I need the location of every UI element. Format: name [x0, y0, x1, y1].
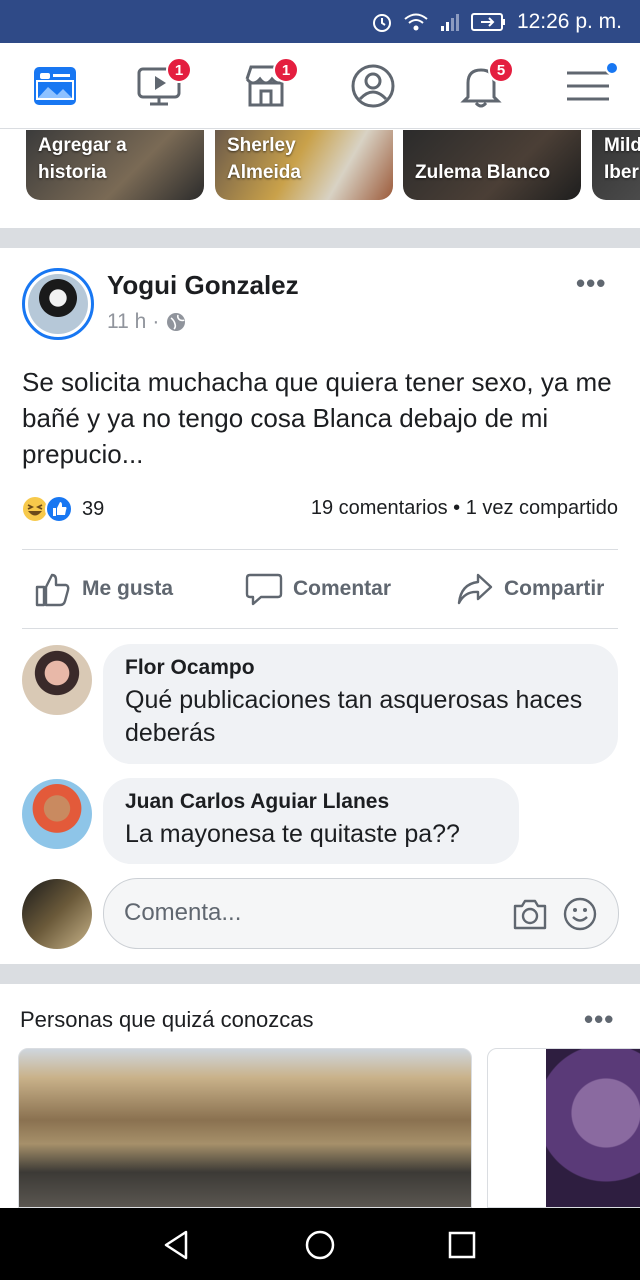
nav-news-feed[interactable]	[30, 61, 80, 111]
nav-profile[interactable]	[348, 61, 398, 111]
suggestion-card[interactable]	[487, 1048, 640, 1208]
share-label: Compartir	[504, 577, 605, 600]
post-time[interactable]: 11 h	[107, 310, 146, 334]
share-button[interactable]: Compartir	[456, 570, 604, 608]
section-divider	[0, 228, 640, 248]
battery-icon	[470, 12, 505, 31]
section-divider	[0, 964, 640, 984]
comment-author[interactable]: Flor Ocampo	[125, 656, 596, 680]
nav-notifications[interactable]: 5	[456, 57, 514, 111]
stories-strip: Agregar a historia Sherley Almeida Zulem…	[0, 130, 640, 228]
marketplace-badge: 1	[273, 57, 299, 83]
reactions-summary[interactable]: 39	[20, 494, 104, 524]
comment-bubble: Flor Ocampo Qué publicaciones tan asquer…	[103, 644, 618, 764]
comment-author[interactable]: Juan Carlos Aguiar Llanes	[125, 790, 497, 814]
story-label: Sherley Almeida	[227, 135, 301, 183]
comment-bubble: Juan Carlos Aguiar Llanes La mayonesa te…	[103, 778, 519, 864]
notifications-badge: 5	[488, 57, 514, 83]
current-user-avatar	[22, 879, 92, 949]
story-add[interactable]: Agregar a historia	[26, 130, 204, 200]
share-icon	[457, 573, 493, 605]
nav-marketplace[interactable]: 1	[241, 57, 299, 111]
status-bar: 12:26 p. m.	[0, 0, 640, 43]
like-button[interactable]: Me gusta	[34, 570, 173, 608]
back-icon[interactable]	[160, 1228, 194, 1262]
divider	[22, 628, 618, 629]
globe-icon	[167, 313, 186, 331]
news-feed-icon	[34, 67, 76, 105]
comment-input[interactable]: Comenta...	[103, 878, 619, 949]
nav-watch[interactable]: 1	[134, 57, 192, 111]
post-text: Se solicita muchacha que quiera tener se…	[22, 367, 612, 469]
like-reaction-icon	[45, 495, 73, 523]
post-meta: 11 h ·	[107, 310, 187, 334]
story-item[interactable]: Mild Iber	[592, 130, 640, 200]
comment-text: Qué publicaciones tan asquerosas haces d…	[125, 686, 583, 747]
post-stats[interactable]: 19 comentarios • 1 vez compartido	[311, 497, 618, 520]
watch-badge: 1	[166, 57, 192, 83]
post-options-button[interactable]: •••	[576, 268, 606, 299]
commenter-avatar[interactable]	[22, 645, 92, 715]
alarm-icon	[372, 13, 391, 32]
story-label: Agregar a historia	[38, 135, 127, 183]
top-nav: 1 1 5	[0, 43, 640, 129]
comment-placeholder: Comenta...	[124, 899, 242, 926]
post-author[interactable]: Yogui Gonzalez	[107, 270, 299, 301]
page: 12:26 p. m. 1 1 5 Agregar a historia She…	[0, 0, 640, 1280]
comment-text: La mayonesa te quitaste pa??	[125, 820, 460, 848]
wifi-icon	[404, 13, 428, 30]
comment-label: Comentar	[293, 577, 392, 600]
clock: 12:26 p. m.	[516, 9, 622, 33]
divider	[22, 549, 618, 550]
suggestion-card[interactable]	[18, 1048, 472, 1208]
menu-notification-dot	[605, 61, 619, 75]
story-label: Zulema Blanco	[415, 162, 551, 183]
thumbs-up-icon	[35, 573, 70, 607]
profile-icon	[351, 64, 395, 108]
suggestions-options-button[interactable]: •••	[584, 1004, 614, 1035]
emoji-icon[interactable]	[562, 896, 598, 932]
home-icon[interactable]	[303, 1228, 337, 1262]
camera-icon[interactable]	[512, 897, 548, 931]
story-item[interactable]: Sherley Almeida	[215, 130, 393, 200]
story-label: Mild Iber	[604, 135, 640, 183]
system-nav-bar	[0, 1208, 640, 1280]
story-item[interactable]: Zulema Blanco	[403, 130, 581, 200]
commenter-avatar[interactable]	[22, 779, 92, 849]
comment-button[interactable]: Comentar	[245, 570, 391, 608]
suggestions-title: Personas que quizá conozcas	[20, 1007, 314, 1032]
like-label: Me gusta	[82, 577, 174, 600]
reaction-count: 39	[82, 497, 105, 520]
signal-icon	[440, 13, 459, 31]
author-avatar[interactable]	[22, 268, 94, 340]
comment-icon	[245, 573, 283, 606]
suggestion-photo	[546, 1049, 640, 1207]
recents-icon[interactable]	[445, 1228, 479, 1262]
nav-menu[interactable]	[563, 61, 619, 111]
